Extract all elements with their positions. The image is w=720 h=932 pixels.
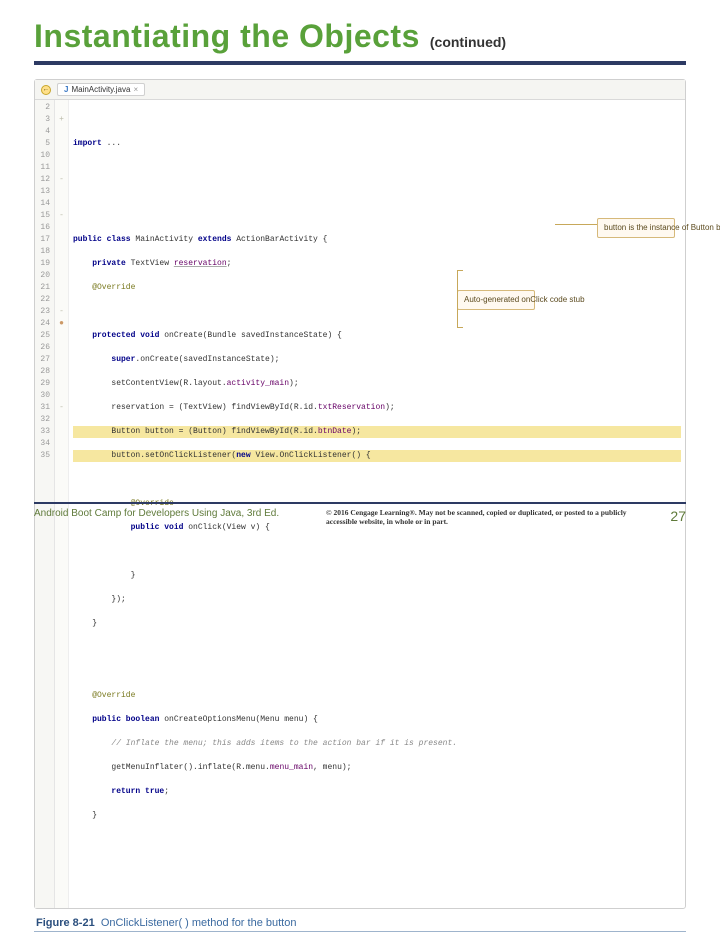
slide-subtitle: (continued)	[430, 34, 506, 50]
ide-screenshot: ← J MainActivity.java × 2345101112131415…	[34, 79, 686, 909]
figure-caption: Figure 8-21 OnClickListener( ) method fo…	[34, 909, 686, 929]
back-arrow-icon[interactable]: ←	[41, 85, 51, 95]
callout-auto-generated: Auto-generated onClick code stub	[457, 290, 535, 310]
figure-label: Figure 8-21	[36, 917, 95, 929]
callout-brace	[457, 270, 463, 328]
page-number: 27	[656, 508, 686, 524]
figure-caption-text: OnClickListener( ) method for the button	[101, 917, 297, 929]
callout-button-instance: button is the instance of Button btnDate	[597, 218, 675, 238]
slide-title: Instantiating the Objects	[34, 18, 420, 55]
callout-leader-line	[555, 224, 597, 225]
editor-tabbar: ← J MainActivity.java ×	[35, 80, 685, 100]
tab-filename: MainActivity.java	[71, 85, 130, 94]
java-file-icon: J	[64, 85, 68, 94]
title-rule	[34, 61, 686, 65]
slide-footer: Android Boot Camp for Developers Using J…	[34, 502, 686, 526]
footer-book-title: Android Boot Camp for Developers Using J…	[34, 508, 314, 519]
editor-tab[interactable]: J MainActivity.java ×	[57, 83, 145, 96]
close-tab-icon[interactable]: ×	[133, 85, 138, 94]
footer-copyright: © 2016 Cengage Learning®. May not be sca…	[326, 508, 644, 526]
